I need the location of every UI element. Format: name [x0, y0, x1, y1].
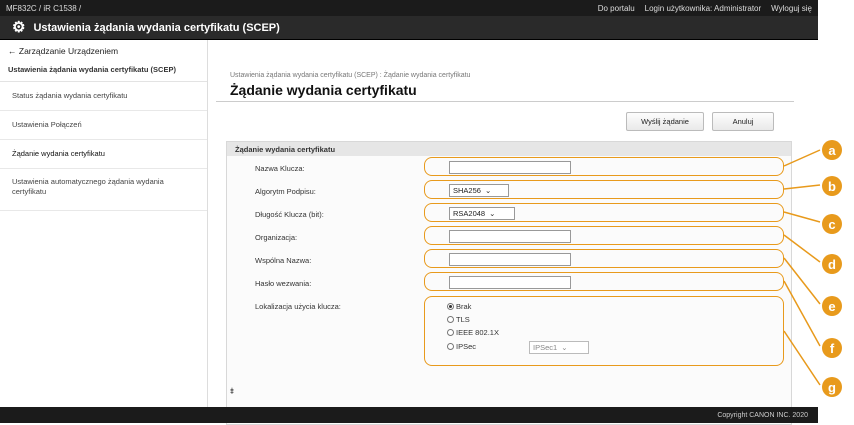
callout-badge-f: f — [822, 338, 842, 358]
callout-badge-b: b — [822, 176, 842, 196]
copyright-text: Copyright CANON INC. 2020 — [717, 411, 808, 419]
footer: Copyright CANON INC. 2020 — [0, 407, 818, 423]
callout-badge-a: a — [822, 140, 842, 160]
callout-badge-d: d — [822, 254, 842, 274]
callout-badge-g: g — [822, 377, 842, 397]
callout-connectors — [783, 149, 821, 386]
callout-badge-e: e — [822, 296, 842, 316]
callout-badge-c: c — [822, 214, 842, 234]
